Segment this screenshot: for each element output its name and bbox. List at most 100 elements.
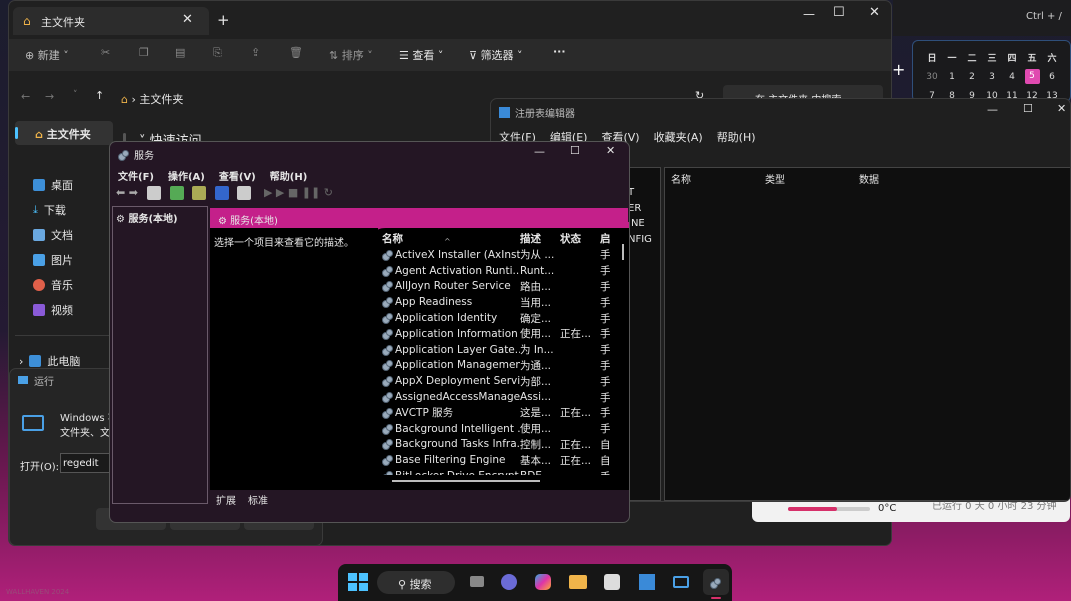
calendar-cell[interactable]: 五 [1022,48,1042,67]
calendar-cell[interactable]: 1 [942,67,962,86]
copy-icon[interactable]: ❐ [139,46,149,59]
tree-frag-1[interactable]: T [628,185,652,201]
window-maximize-icon[interactable]: ☐ [833,5,845,20]
table-row[interactable]: App Readiness 当用... 手 [378,294,628,310]
breadcrumb[interactable]: ⌂ › 主文件夹 [121,91,183,107]
help-icon[interactable] [214,186,229,200]
vertical-scrollbar[interactable] [622,244,624,260]
window-minimize-icon[interactable]: — [803,7,815,21]
table-row[interactable]: AllJoyn Router Service 路由... 手 [378,279,628,295]
nav-music[interactable]: 音乐 [33,277,73,293]
forward-icon[interactable]: → [45,90,54,103]
table-row[interactable]: Background Tasks Infra... 控制... 正在... 自 [378,437,628,453]
nav-videos[interactable]: 视频 [33,302,73,318]
calendar-cell[interactable]: 4 [1002,67,1022,86]
col-data[interactable]: 数据 [859,171,879,186]
task-view-icon[interactable] [464,569,490,595]
table-row[interactable]: Application Information 使用... 正在... 手 [378,326,628,342]
calendar-cell[interactable]: 2 [962,67,982,86]
table-row[interactable]: AppX Deployment Servi... 为部... 手 [378,373,628,389]
col-desc-header[interactable]: 描述 [520,231,560,246]
forward-icon[interactable]: ➡ [129,186,138,199]
regedit-menu-help[interactable]: 帮助(H) [717,131,756,144]
paste-icon[interactable]: ▤ [175,46,185,59]
menu-help[interactable]: 帮助(H) [270,172,308,183]
share-icon[interactable]: ⇪ [251,46,260,59]
table-row[interactable]: AVCTP 服务 这是... 正在... 手 [378,405,628,421]
horizontal-scrollbar[interactable] [392,480,540,482]
nav-downloads[interactable]: ⤓ 下载 [33,202,66,218]
tree-root[interactable]: ⚙ 服务(本地) [116,210,178,225]
calendar-cell[interactable]: 5 [1022,67,1042,86]
calendar-cell[interactable]: 一 [942,48,962,67]
services-minimize-icon[interactable]: — [534,145,545,158]
services-taskbar-icon[interactable] [703,569,729,595]
nav-desktop[interactable]: 桌面 [33,177,73,193]
table-row[interactable]: Application Layer Gate... 为 In... 手 [378,342,628,358]
start-button[interactable] [344,569,370,595]
filter-button[interactable]: ⊽ 筛选器 ˅ [469,47,523,63]
tab-standard[interactable]: 标准 [248,492,268,507]
tree-frag-5[interactable]: NFIG [628,232,652,248]
regedit-close-icon[interactable]: ✕ [1057,102,1066,115]
calendar-cell[interactable]: 6 [1042,67,1062,86]
calendar-cell[interactable]: 3 [982,67,1002,86]
table-row[interactable]: BitLocker Drive Encrypt...BDE... 手 [378,468,628,475]
col-type[interactable]: 类型 [765,171,785,186]
view-button[interactable]: ☰ 查看 ˅ [399,47,443,63]
calendar-cell[interactable]: 四 [1002,48,1022,67]
table-row[interactable]: Background Intelligent ... 使用... 手 [378,421,628,437]
close-tab-icon[interactable]: ✕ [182,12,193,27]
col-name[interactable]: 名称 [671,171,691,186]
table-row[interactable]: Application Identity 确定... 手 [378,310,628,326]
sort-button[interactable]: ⇅ 排序 ˅ [329,47,373,63]
new-button[interactable]: ⊕ 新建 ˅ [25,47,69,63]
nav-pictures[interactable]: 图片 [33,252,73,268]
tree-frag-2[interactable]: ER [628,201,652,217]
regedit-menu-fav[interactable]: 收藏夹(A) [654,131,703,144]
teams-icon[interactable] [496,569,522,595]
calendar-cell[interactable]: 30 [922,67,942,86]
file-explorer-taskbar-icon[interactable] [565,569,591,595]
store-icon[interactable] [599,569,625,595]
back-icon[interactable]: ⬅ [116,186,125,199]
nav-docs[interactable]: 文档 [33,227,73,243]
regedit-taskbar-icon[interactable] [634,569,660,595]
regedit-minimize-icon[interactable]: — [987,103,998,116]
refresh-icon[interactable] [169,186,184,200]
window-close-icon[interactable]: ✕ [869,5,880,20]
more-options-button[interactable]: ··· [553,45,566,58]
properties-icon[interactable] [237,186,252,200]
back-icon[interactable]: ← [21,90,30,103]
copilot-icon[interactable] [530,569,556,595]
nav-thispc[interactable]: › 此电脑 [19,353,80,369]
table-row[interactable]: Agent Activation Runti... Runt... 手 [378,263,628,279]
up-icon[interactable]: ↑ [95,89,104,102]
cut-icon[interactable]: ✂ [101,46,110,59]
menu-file[interactable]: 文件(F) [118,172,154,183]
recent-icon[interactable]: ˅ [73,90,78,100]
calendar-cell[interactable]: 日 [922,48,942,67]
menu-view[interactable]: 查看(V) [219,172,256,183]
table-row[interactable]: Base Filtering Engine 基本... 正在... 自 [378,452,628,468]
run-taskbar-icon[interactable] [668,569,694,595]
calendar-cell[interactable]: 三 [982,48,1002,67]
calendar-cell[interactable]: 六 [1042,48,1062,67]
run-input[interactable] [60,453,110,473]
new-tab-icon[interactable]: + [217,11,230,29]
col-start-header[interactable]: 启 [600,231,614,246]
tab-extended[interactable]: 扩展 [216,492,236,507]
table-row[interactable]: AssignedAccessManage... Assi... 手 [378,389,628,405]
add-widget-icon[interactable]: + [892,60,905,79]
services-close-icon[interactable]: ✕ [606,144,615,157]
table-row[interactable]: Application Management 为通... 手 [378,358,628,374]
nav-home[interactable]: ⌂ 主文件夹 [35,126,91,142]
delete-icon[interactable]: 🗑 [289,46,303,59]
rename-icon[interactable]: ⎘ [213,46,222,60]
col-status-header[interactable]: 状态 [560,231,600,246]
calendar-cell[interactable]: 二 [962,48,982,67]
restart-icon[interactable]: ↻ [324,186,333,199]
menu-action[interactable]: 操作(A) [168,172,205,183]
tree-frag-3[interactable]: INE [628,216,652,232]
table-row[interactable]: ActiveX Installer (AxInst... 为从 ... 手 [378,247,628,263]
